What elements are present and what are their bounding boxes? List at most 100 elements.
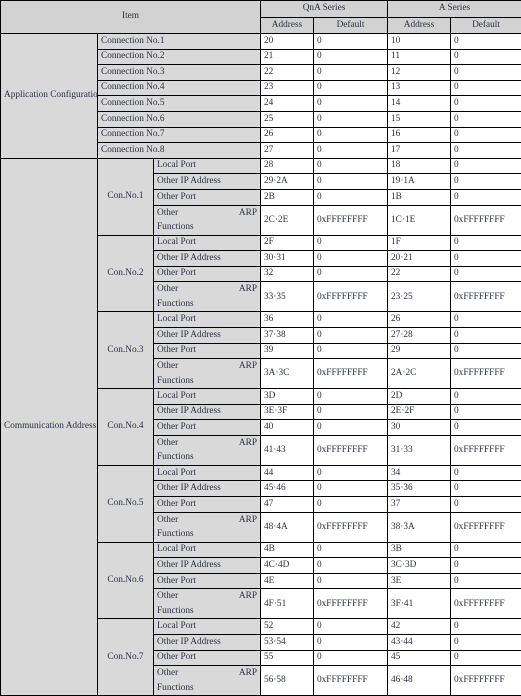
cell-a-address: 18 bbox=[388, 158, 451, 174]
cell-a-address: 12 bbox=[388, 65, 451, 81]
cell-a-default: 0 bbox=[451, 127, 521, 143]
cell-a-default: 0 bbox=[451, 158, 521, 174]
cell-a-address-text: 19·1A bbox=[391, 175, 447, 188]
cell-qna-default: 0 bbox=[314, 158, 388, 174]
cell-qna-address: 52 bbox=[261, 619, 314, 635]
cell-qna-default: 0xFFFFFFFF bbox=[314, 205, 388, 235]
table-header: Item QnA Series A Series Address Default… bbox=[1, 1, 521, 34]
cell-a-address-text: 18 bbox=[391, 159, 447, 172]
cell-a-address-text: 12 bbox=[391, 66, 447, 79]
cell-qna-default-text: 0 bbox=[317, 50, 384, 63]
cell-qna-address-text: 4F·51 bbox=[264, 597, 310, 612]
cell-a-default-text: 0 bbox=[454, 144, 518, 157]
cell-a-default: 0 bbox=[451, 312, 521, 328]
arp-label-line-1: OtherARP bbox=[157, 589, 257, 604]
cell-qna-default-text: 0xFFFFFFFF bbox=[317, 673, 384, 688]
cell-item-label: Other Port bbox=[154, 343, 261, 359]
cell-a-address: 35·36 bbox=[388, 481, 451, 497]
cell-a-address: 1B bbox=[388, 189, 451, 205]
cell-qna-address: 23 bbox=[261, 80, 314, 96]
arp-label-other: Other bbox=[157, 666, 178, 681]
cell-a-default: 0xFFFFFFFF bbox=[451, 282, 521, 312]
cell-item-label: Other Port bbox=[154, 189, 261, 205]
cell-a-address-text: 1C·1E bbox=[391, 213, 447, 228]
cell-a-address: 2E·2F bbox=[388, 404, 451, 420]
cell-qna-address-text: 3A·3C bbox=[264, 366, 310, 381]
cell-a-default-text: 0 bbox=[454, 559, 518, 572]
cell-a-default-text: 0xFFFFFFFF bbox=[454, 520, 518, 535]
cell-a-default: 0 bbox=[451, 542, 521, 558]
header-a-default: Default bbox=[451, 18, 521, 34]
cell-a-address: 15 bbox=[388, 111, 451, 127]
cell-qna-address-text: 39 bbox=[264, 344, 310, 357]
arp-label-line-1: Other ARP bbox=[157, 666, 257, 681]
cell-qna-default-text: 0xFFFFFFFF bbox=[317, 443, 384, 458]
arp-label-arp: ARP bbox=[239, 359, 257, 374]
cell-qna-address-text: 36 bbox=[264, 313, 310, 326]
cell-qna-address-text: 2F bbox=[264, 236, 310, 249]
cell-item-label: OtherARPFunctions bbox=[154, 205, 261, 235]
cell-qna-address: 2B bbox=[261, 189, 314, 205]
cell-a-address: 14 bbox=[388, 96, 451, 112]
cell-qna-default-text: 0 bbox=[317, 35, 384, 48]
cell-qna-default-text: 0 bbox=[317, 498, 384, 511]
cell-a-address-text: 46·48 bbox=[391, 673, 447, 688]
cell-a-default: 0 bbox=[451, 404, 521, 420]
cell-item-label: Connection No.4 bbox=[98, 80, 261, 96]
cell-a-default-text: 0 bbox=[454, 575, 518, 588]
cell-qna-default: 0 bbox=[314, 266, 388, 282]
arp-label-other: Other bbox=[157, 206, 178, 221]
cell-a-address: 31·33 bbox=[388, 435, 451, 465]
cell-a-default-text: 0 bbox=[454, 467, 518, 480]
cell-a-default-text: 0xFFFFFFFF bbox=[454, 443, 518, 458]
cell-connection-name: Con.No.3 bbox=[98, 312, 154, 389]
arp-label-arp: ARP bbox=[239, 436, 257, 451]
cell-qna-default: 0 bbox=[314, 635, 388, 651]
cell-a-address-text: 3F·41 bbox=[391, 597, 447, 612]
cell-a-address: 42 bbox=[388, 619, 451, 635]
cell-a-default: 0xFFFFFFFF bbox=[451, 666, 521, 696]
arp-label-arp: ARP bbox=[239, 666, 257, 681]
cell-qna-address-text: 30·31 bbox=[264, 252, 310, 265]
cell-a-default-text: 0 bbox=[454, 236, 518, 249]
cell-qna-default: 0xFFFFFFFF bbox=[314, 589, 388, 619]
cell-qna-address-text: 41·43 bbox=[264, 443, 310, 458]
cell-a-default-text: 0 bbox=[454, 651, 518, 664]
cell-qna-address-text: 2B bbox=[264, 191, 310, 204]
cell-a-address: 3E bbox=[388, 573, 451, 589]
cell-qna-default-text: 0xFFFFFFFF bbox=[317, 213, 384, 228]
cell-item-label: Other IP Address bbox=[154, 635, 261, 651]
header-qna-series: QnA Series bbox=[261, 1, 388, 18]
cell-item-label: Connection No.7 bbox=[98, 127, 261, 143]
cell-item-label: Connection No.1 bbox=[98, 34, 261, 50]
cell-a-default: 0 bbox=[451, 465, 521, 481]
cell-item-label: Local Port bbox=[154, 158, 261, 174]
cell-item-label: Connection No.3 bbox=[98, 65, 261, 81]
cell-a-default: 0 bbox=[451, 619, 521, 635]
cell-a-address-text: 2D bbox=[391, 390, 447, 403]
cell-qna-default: 0 bbox=[314, 558, 388, 574]
cell-qna-default: 0 bbox=[314, 96, 388, 112]
cell-a-address-text: 14 bbox=[391, 97, 447, 110]
cell-qna-address-text: 28 bbox=[264, 159, 310, 172]
cell-a-address-text: 42 bbox=[391, 620, 447, 633]
cell-a-default-text: 0 bbox=[454, 128, 518, 141]
cell-qna-default-text: 0 bbox=[317, 267, 384, 280]
cell-qna-address-text: 52 bbox=[264, 620, 310, 633]
cell-a-address-text: 38·3A bbox=[391, 520, 447, 535]
cell-a-default: 0 bbox=[451, 327, 521, 343]
cell-a-address: 20·21 bbox=[388, 251, 451, 267]
cell-item-label: Local Port bbox=[154, 542, 261, 558]
cell-connection-name: Con.No.5 bbox=[98, 465, 154, 542]
cell-qna-default: 0xFFFFFFFF bbox=[314, 512, 388, 542]
cell-a-address-text: 17 bbox=[391, 144, 447, 157]
cell-a-address: 2A·2C bbox=[388, 359, 451, 389]
cell-qna-default-text: 0 bbox=[317, 636, 384, 649]
cell-a-default-text: 0 bbox=[454, 175, 518, 188]
cell-qna-default: 0xFFFFFFFF bbox=[314, 282, 388, 312]
cell-a-default-text: 0 bbox=[454, 636, 518, 649]
cell-qna-address-text: 20 bbox=[264, 35, 310, 48]
cell-item-label: Other IP Address bbox=[154, 481, 261, 497]
header-qna-address: Address bbox=[261, 18, 314, 34]
cell-a-address-text: 3C·3D bbox=[391, 559, 447, 572]
